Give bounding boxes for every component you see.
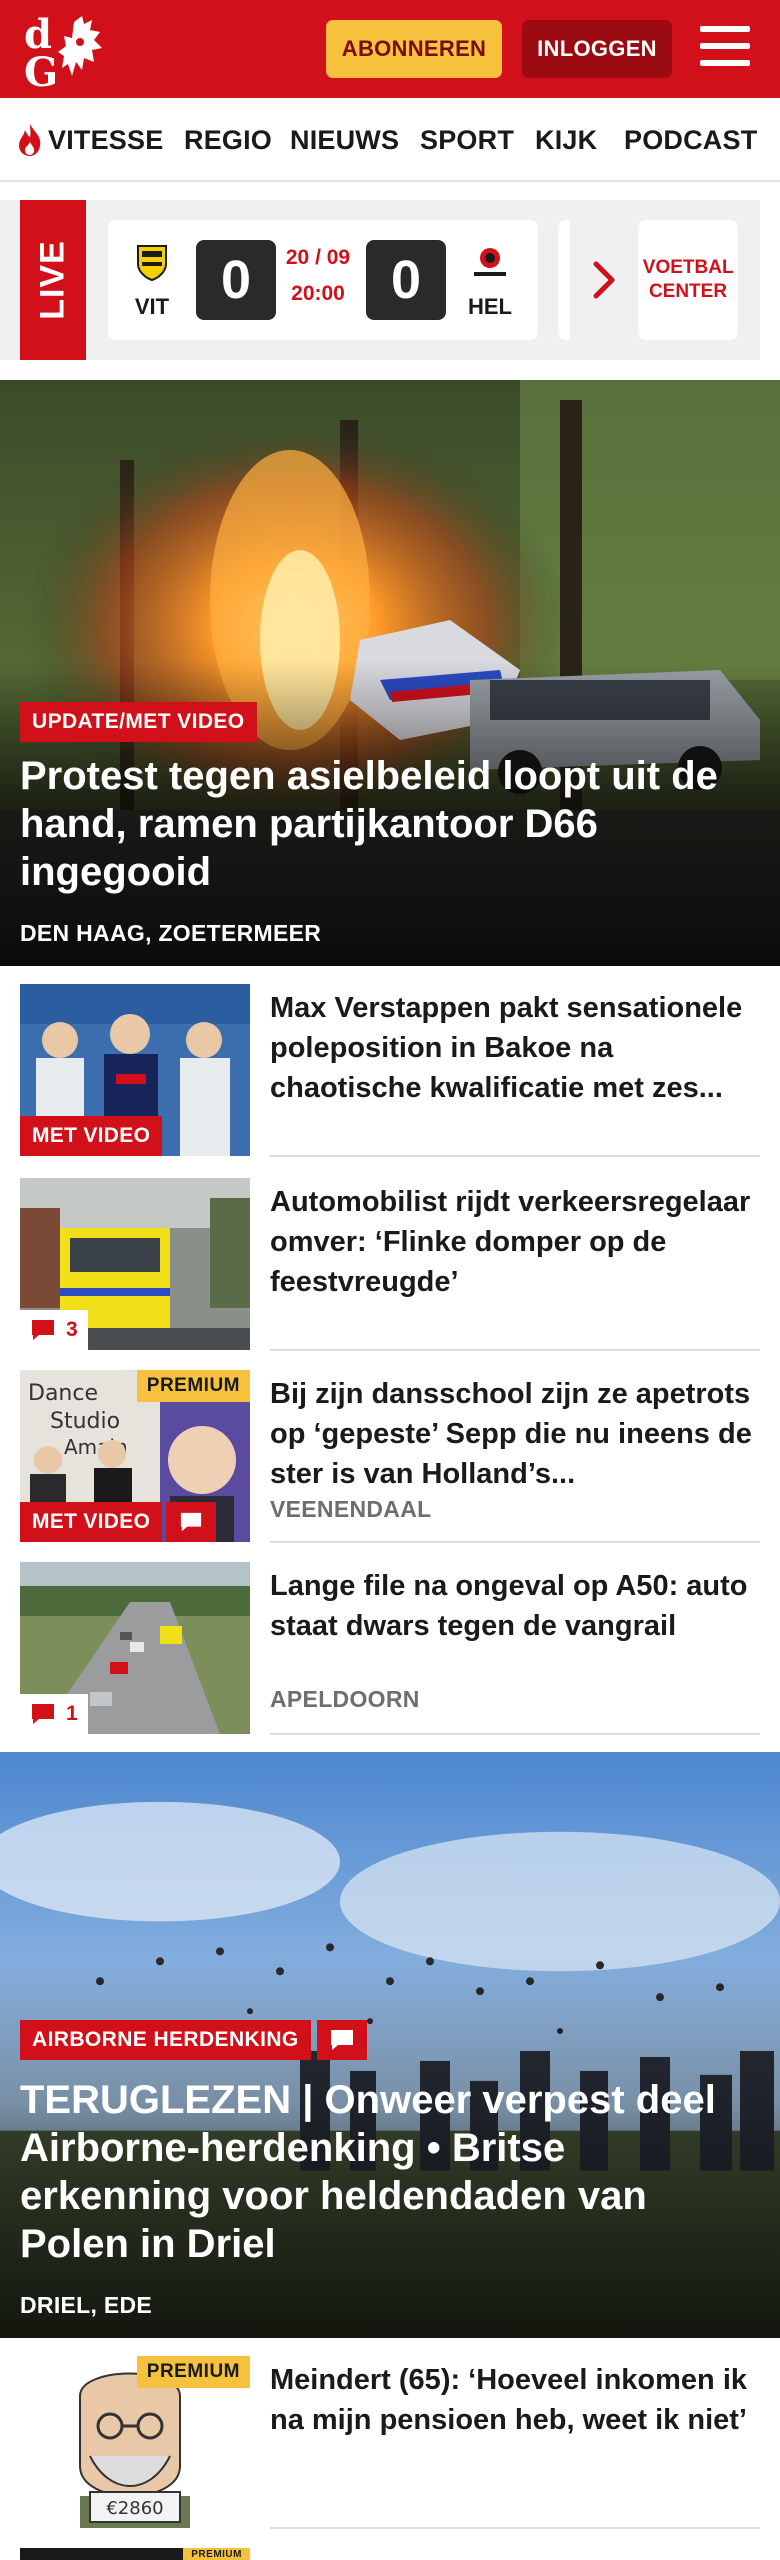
main-nav: VITESSE REGIO NIEUWS SPORT KIJK PODCAST [0,98,780,182]
subscribe-button[interactable]: ABONNEREN [326,20,502,78]
article-thumbnail[interactable]: 1 [20,1562,250,1734]
article-thumbnail[interactable]: €2860 PREMIUM [20,2356,250,2528]
sign-text: €2860 [106,2498,163,2519]
nav-item-podcast[interactable]: PODCAST [624,98,757,182]
premium-badge: PREMIUM [183,2548,250,2560]
hero2-label: AIRBORNE HERDENKING [20,2020,367,2060]
svg-text:G: G [24,49,58,90]
divider [270,1733,760,1735]
divider [270,1349,760,1351]
chevron-right-icon[interactable] [590,258,618,302]
match-date: 20 / 09 [285,246,351,269]
voetbal-center-link[interactable]: VOETBAL CENTER [638,220,738,340]
article-title[interactable]: Bij zijn dansschool zijn ze apetrots op … [270,1374,760,1494]
divider [270,1155,760,1157]
nav-item-nieuws[interactable]: NIEUWS [290,98,399,182]
comment-icon [316,2020,367,2060]
flame-icon [19,124,41,156]
article-item[interactable]: PREMIUM [20,2548,760,2560]
vitesse-crest-icon [137,245,167,282]
article-title[interactable]: Max Verstappen pakt sensationele polepos… [270,988,760,1108]
article-item[interactable]: Dance Studio Amain PREMIUM MET VIDEO Bij… [20,1370,760,1543]
airborne-hero-article[interactable]: AIRBORNE HERDENKING TERUGLEZEN | Onweer … [0,1752,780,2340]
hero-location: DEN HAAG, ZOETERMEER [20,920,322,946]
comment-count-badge: 1 [20,1694,88,1734]
comment-icon [32,1320,54,1340]
nav-item-label: VITESSE [48,124,164,155]
article-thumbnail[interactable]: 3 [20,1178,250,1350]
home-score: 0 [196,240,276,320]
hamburger-menu-icon[interactable] [700,24,752,72]
article-item[interactable]: 1 Lange file na ongeval op A50: auto sta… [20,1562,760,1735]
svg-text:Dance: Dance [28,1381,98,1406]
live-scores-strip: LIVE VIT 0 20 / 09 20:00 0 HEL VOETBAL C… [0,200,760,360]
article-title[interactable]: Meindert (65): ‘Hoeveel inkomen ik na mi… [270,2360,760,2440]
comment-icon [166,1502,217,1542]
video-badge: MET VIDEO [20,1502,217,1542]
live-tag: LIVE [20,200,86,360]
site-logo-icon[interactable]: d G [22,10,118,90]
nav-item-sport[interactable]: SPORT [420,98,514,182]
away-team-name: HEL [468,294,512,319]
article-thumbnail[interactable]: PREMIUM [20,2548,250,2560]
next-match-card-edge[interactable] [558,220,570,340]
hero2-title[interactable]: TERUGLEZEN | Onweer verpest deel Airborn… [20,2076,760,2268]
match-card[interactable]: VIT 0 20 / 09 20:00 0 HEL [108,220,538,340]
nav-item-kijk[interactable]: KIJK [535,98,597,182]
hero-label: UPDATE/MET VIDEO [20,702,257,742]
comment-count-badge: 3 [20,1310,88,1350]
premium-badge: PREMIUM [136,1370,250,1402]
premium-badge: PREMIUM [136,2356,250,2388]
divider [270,2527,760,2529]
home-team-name: VIT [134,294,170,319]
hero2-location: DRIEL, EDE [20,2292,153,2318]
article-item[interactable]: MET VIDEO Max Verstappen pakt sensatione… [20,984,760,1157]
article-location: APELDOORN [270,1686,420,1712]
article-title[interactable]: Automobilist rijdt verkeersregelaar omve… [270,1182,760,1302]
divider [270,1541,760,1543]
article-thumbnail[interactable]: Dance Studio Amain PREMIUM MET VIDEO [20,1370,250,1542]
hero-title[interactable]: Protest tegen asielbeleid loopt uit de h… [20,752,760,896]
away-score: 0 [366,240,446,320]
nav-item-vitesse[interactable]: VITESSE [16,98,163,182]
article-title[interactable]: Lange file na ongeval op A50: auto staat… [270,1566,760,1646]
site-header: d G ABONNEREN INLOGGEN [0,0,780,98]
login-button[interactable]: INLOGGEN [522,20,672,78]
article-location: VEENENDAAL [270,1496,432,1522]
match-time: 20:00 [291,282,345,305]
svg-text:Studio: Studio [50,1409,120,1434]
nav-item-regio[interactable]: REGIO [184,98,272,182]
article-item[interactable]: 3 Automobilist rijdt verkeersregelaar om… [20,1178,760,1351]
hero-article[interactable]: UPDATE/MET VIDEO Protest tegen asielbele… [0,380,780,966]
article-item[interactable]: €2860 PREMIUM Meindert (65): ‘Hoeveel in… [20,2356,760,2529]
video-badge: MET VIDEO [20,1116,163,1156]
article-thumbnail[interactable]: MET VIDEO [20,984,250,1156]
helmond-sport-crest-icon [474,248,506,276]
comment-icon [32,1704,54,1724]
